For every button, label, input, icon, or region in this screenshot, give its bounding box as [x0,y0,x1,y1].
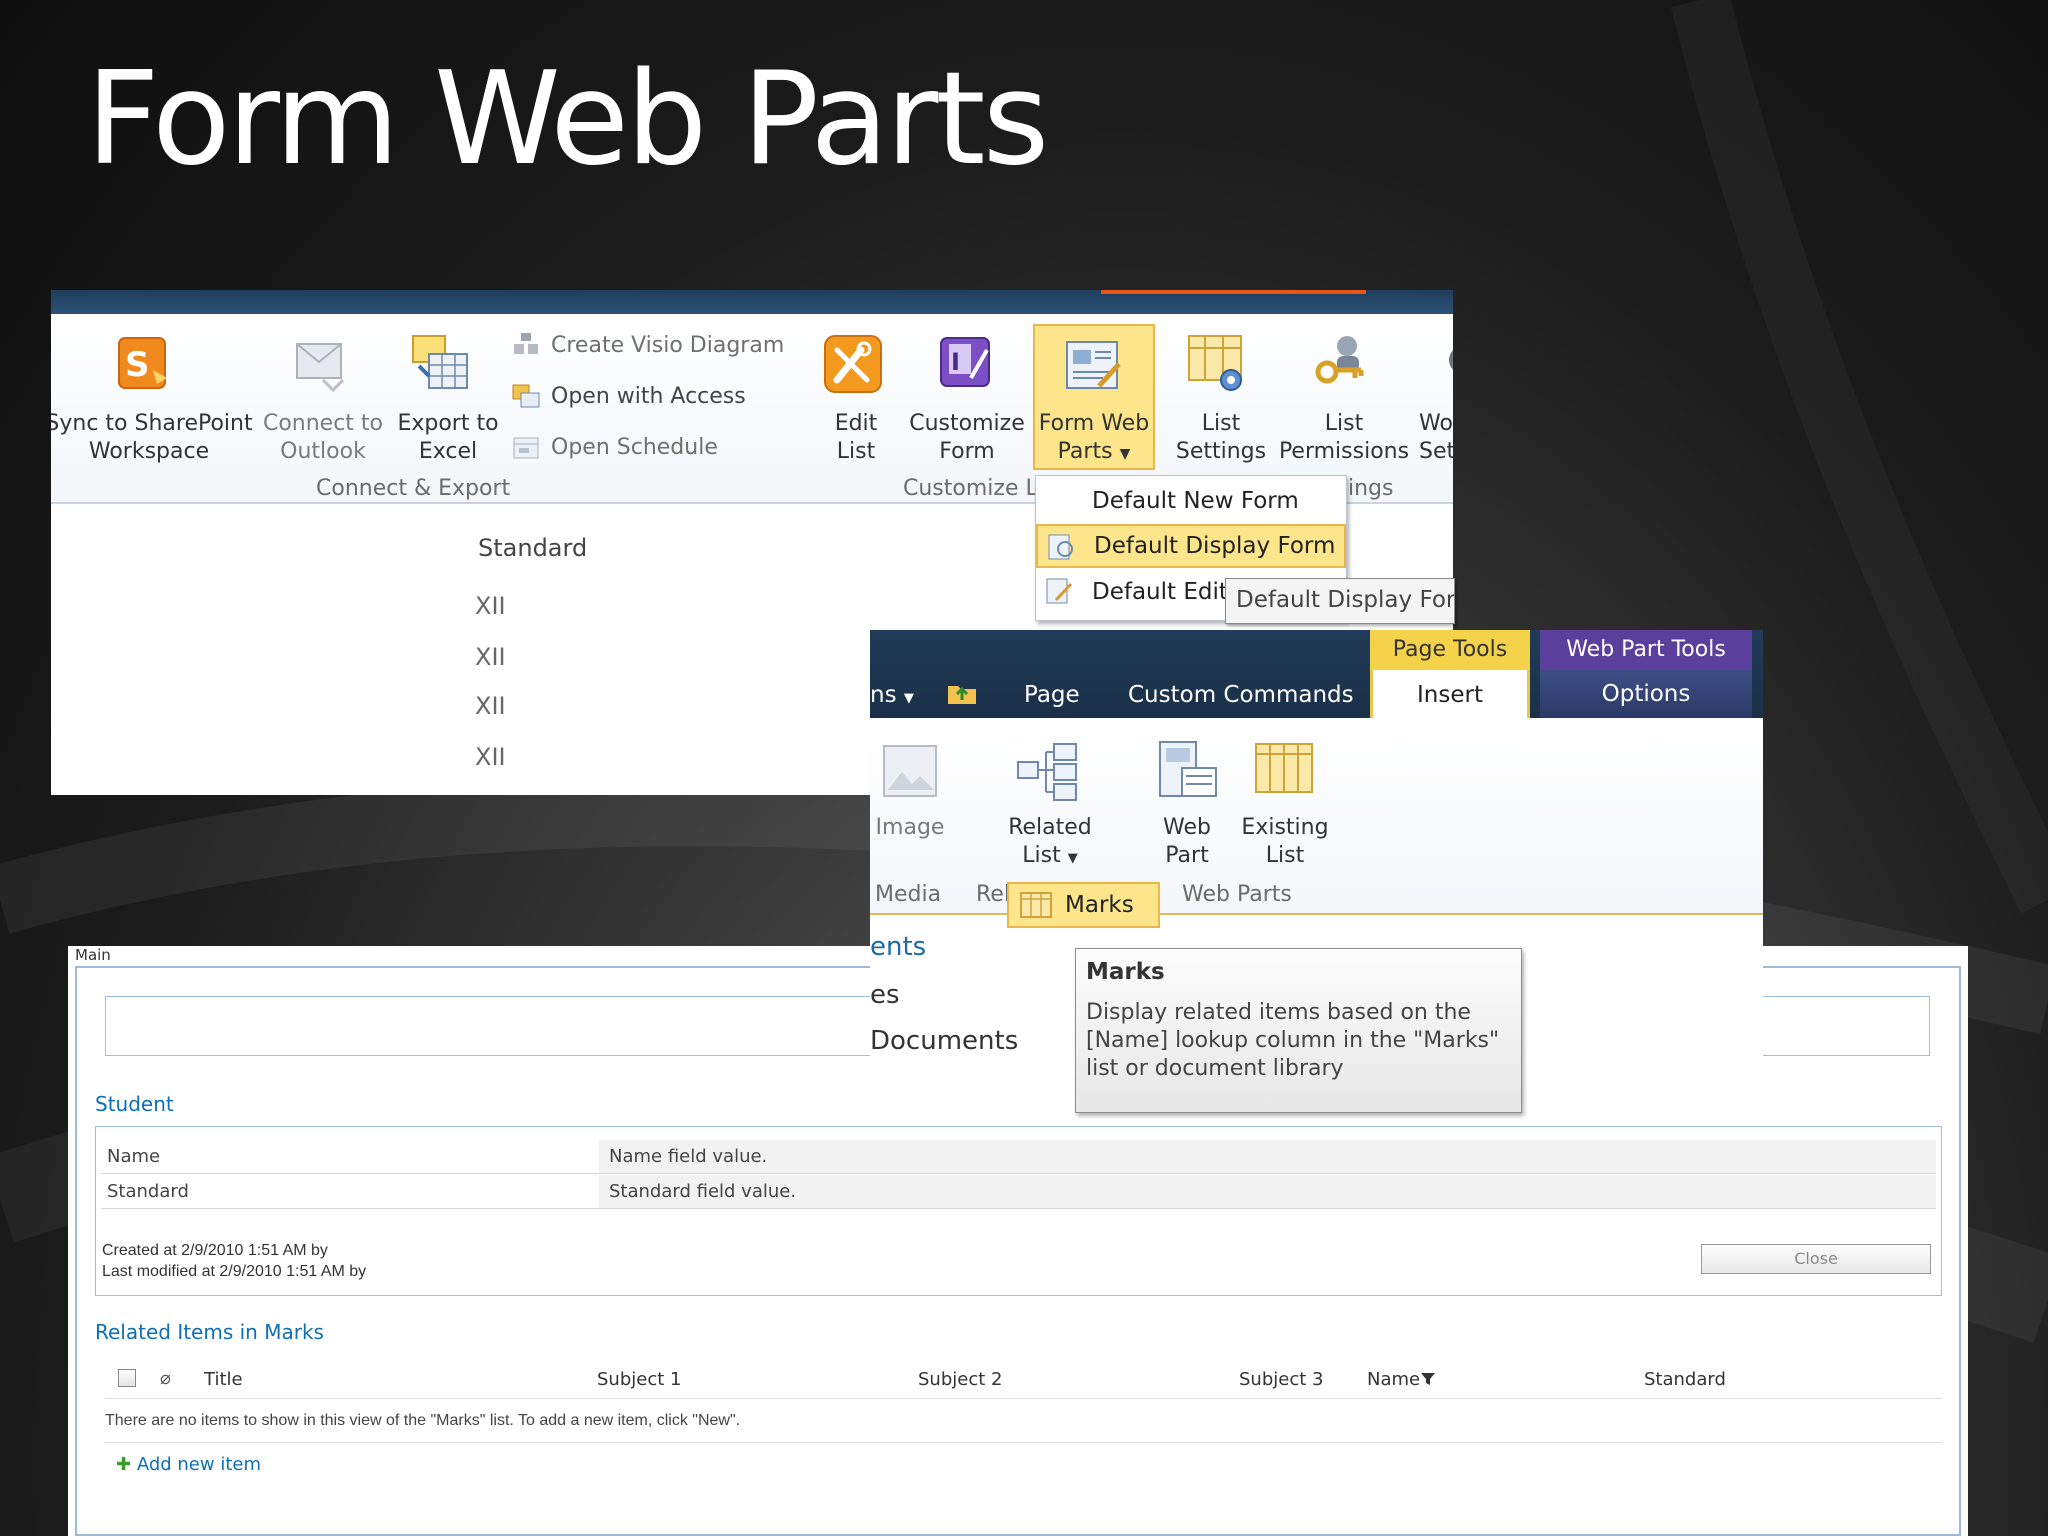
list-permissions-icon [1315,336,1364,384]
filter-icon [1421,1373,1436,1385]
chevron-down-icon: ▼ [1067,851,1078,866]
web-part-icon [1159,741,1217,797]
list-cell: XII [475,692,506,720]
web-part-button[interactable]: Web Part [1142,814,1232,870]
svg-text:S: S [125,345,150,385]
svg-text:I: I [951,348,960,376]
image-icon [883,745,937,797]
image-button[interactable]: Image [870,814,950,842]
field-row-standard: Standard Standard field value. [101,1175,1936,1209]
tab-custom-commands[interactable]: Custom Commands [1128,682,1354,708]
field-value: Standard field value. [599,1175,1936,1208]
group-label-related: Rel [976,882,1010,907]
create-visio-diagram-button[interactable]: Create Visio Diagram [511,330,784,360]
open-with-access-button[interactable]: Open with Access [511,381,746,411]
field-label: Name [107,1146,161,1167]
workflow-settings-button[interactable]: Wo Set [1419,410,1453,466]
group-label-settings: ings [1348,476,1394,501]
existing-list-icon [1255,743,1313,793]
display-form-icon [1048,534,1073,560]
workflow-settings-icon [1449,350,1453,370]
column-header-subject-1[interactable]: Subject 1 [597,1369,681,1390]
empty-list-message: There are no items to show in this view … [105,1412,741,1429]
chevron-down-icon: ▼ [1119,446,1131,462]
list-cell: XII [475,592,506,620]
close-button[interactable]: Close [1701,1244,1931,1274]
page-heading: ents [870,932,927,962]
column-header-subject-2[interactable]: Subject 2 [918,1369,1002,1390]
form-web-parts-icon [1066,341,1121,389]
tab-page[interactable]: Page [1024,682,1080,708]
related-items-title: Related Items in Marks [95,1320,324,1344]
folder-up-icon[interactable] [946,680,978,706]
zone-label: Main [75,946,111,964]
plus-icon: ✚ [116,1454,132,1475]
group-label-web-parts: Web Parts [1182,882,1292,907]
column-header-title[interactable]: Title [204,1369,243,1390]
tooltip-body: Display related items based on the [Name… [1086,1000,1500,1081]
divider [105,1442,1942,1443]
existing-list-button[interactable]: Existing List [1236,814,1334,870]
related-list-icon [1017,743,1077,801]
field-value: Name field value. [599,1140,1936,1173]
modified-info: Last modified at 2/9/2010 1:51 AM by [102,1263,367,1280]
tooltip-title: Marks [1086,959,1165,985]
sharepoint-workspace-icon: S [118,337,167,389]
export-excel-button[interactable]: Export to Excel [389,410,507,466]
contextual-group-page-tools: Page Tools [1370,630,1530,670]
open-schedule-button[interactable]: Open Schedule [511,432,718,462]
excel-export-icon [412,335,468,389]
group-label-media: Media [875,882,942,907]
marks-tooltip: Marks Display related items based on the… [1075,948,1522,1113]
field-label: Standard [107,1181,189,1202]
add-new-item-link[interactable]: ✚ Add new item [116,1454,261,1475]
page-text: es [870,980,900,1010]
select-all-checkbox[interactable] [118,1369,136,1387]
column-header-name[interactable]: Name [1367,1369,1436,1390]
column-header-standard[interactable]: Standard [1644,1369,1726,1390]
field-row-name: Name Name field value. [101,1140,1936,1174]
group-label-connect-export: Connect & Export [316,476,511,501]
group-label-customize: Customize L [903,476,1038,501]
divider [105,1398,1942,1399]
visio-icon [514,333,538,354]
contextual-group-web-part-tools: Web Part Tools [1540,630,1752,670]
list-permissions-button[interactable]: List Permissions [1276,410,1412,466]
access-icon [512,384,540,408]
tab-insert[interactable]: Insert [1370,670,1530,720]
related-list-button[interactable]: Related List ▼ [990,814,1110,873]
infopath-icon: I [940,337,990,387]
list-icon [1020,892,1052,918]
documents-link[interactable]: Documents [870,1026,1018,1056]
list-cell: XII [475,743,506,771]
edit-list-button[interactable]: Edit List [811,410,901,466]
attachment-icon: ⌀ [160,1368,171,1389]
menu-item-marks[interactable]: Marks [1007,882,1160,928]
list-cell: XII [475,643,506,671]
slide-title: Form Web Parts [86,45,1049,194]
menu-item-default-display-form[interactable]: Default Display Form [1036,524,1346,568]
created-info: Created at 2/9/2010 1:51 AM by [102,1242,328,1259]
tab-actions[interactable]: ns ▼ [870,682,914,708]
sync-workspace-button[interactable]: Sync to SharePoint Workspace [51,410,259,466]
edit-form-icon [1046,578,1073,604]
connect-outlook-button[interactable]: Connect to Outlook [259,410,387,466]
menu-item-default-new-form[interactable]: Default New Form [1036,479,1346,523]
column-header-subject-3[interactable]: Subject 3 [1239,1369,1323,1390]
tab-options[interactable]: Options [1540,670,1752,718]
edit-list-icon [824,335,882,393]
list-settings-button[interactable]: List Settings [1171,410,1271,466]
form-web-parts-button[interactable]: Form Web Parts ▼ [1033,324,1155,470]
active-tab-indicator [1101,290,1366,294]
customize-form-button[interactable]: Customize Form [907,410,1027,466]
display-form-tooltip: Default Display For [1225,578,1455,624]
student-section-title: Student [95,1092,174,1116]
schedule-icon [513,437,539,459]
column-header-standard[interactable]: Standard [478,534,587,562]
chevron-down-icon: ▼ [903,691,914,706]
list-settings-icon [1188,335,1242,391]
outlook-connect-icon [296,343,345,393]
